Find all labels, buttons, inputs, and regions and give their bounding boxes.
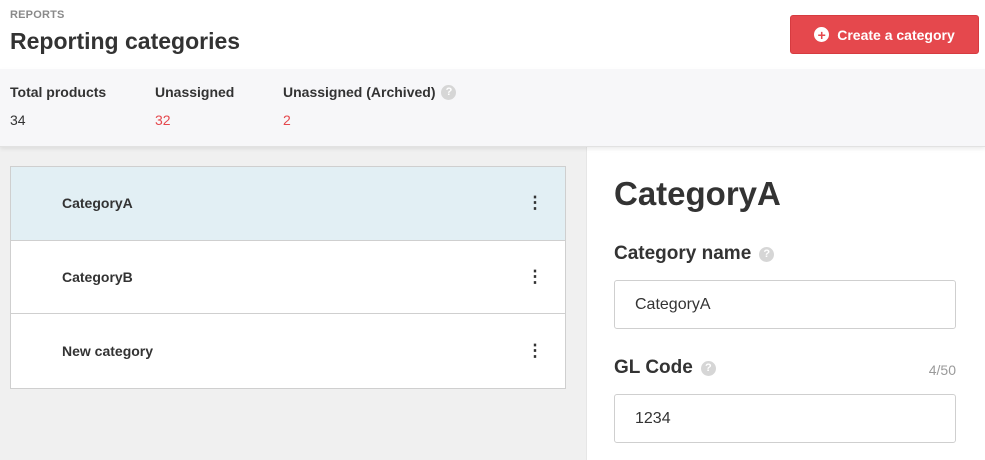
help-circle-icon[interactable]: ? — [759, 246, 775, 262]
help-circle-icon[interactable]: ? — [441, 84, 457, 100]
page-title: Reporting categories — [10, 28, 241, 54]
category-name: CategoryA — [62, 195, 133, 212]
category-name-label-row: Category name ? — [614, 243, 775, 265]
breadcrumb: REPORTS — [10, 9, 65, 21]
kebab-menu-icon[interactable]: ⋮ — [527, 193, 544, 213]
stat-value: 32 — [155, 112, 171, 128]
stat-value: 34 — [10, 112, 26, 128]
help-circle-icon[interactable]: ? — [700, 360, 716, 376]
category-row-new-category[interactable]: New category ⋮ — [11, 314, 565, 388]
page-header: REPORTS Reporting categories + Create a … — [0, 0, 985, 69]
kebab-menu-icon[interactable]: ⋮ — [527, 341, 544, 361]
gl-code-label: GL Code — [614, 357, 693, 378]
kebab-menu-icon[interactable]: ⋮ — [527, 267, 544, 287]
stat-unassigned-archived: Unassigned (Archived) ? 2 — [283, 84, 457, 128]
stat-label: Total products — [10, 84, 107, 100]
stat-value: 2 — [283, 112, 291, 128]
stat-label-row: Unassigned (Archived) ? — [283, 84, 457, 100]
category-list: CategoryA ⋮ CategoryB ⋮ New category ⋮ — [10, 166, 566, 389]
gl-code-label-row: GL Code ? — [614, 357, 716, 379]
stat-label: Unassigned — [155, 84, 235, 100]
stat-label: Unassigned (Archived) — [283, 84, 436, 100]
stats-bar: Total products 34 Unassigned 32 Unassign… — [0, 69, 985, 147]
category-detail-pane: CategoryA Category name ? GL Code ? 4/50 — [586, 147, 985, 460]
category-name-label: Category name — [614, 243, 752, 264]
category-list-pane: CategoryA ⋮ CategoryB ⋮ New category ⋮ — [0, 147, 586, 460]
gl-code-char-counter: 4/50 — [928, 362, 956, 378]
gl-code-input[interactable] — [614, 394, 956, 443]
stat-total-products: Total products 34 — [10, 84, 106, 128]
category-name: CategoryB — [62, 268, 133, 285]
stat-unassigned: Unassigned 32 — [155, 84, 234, 128]
create-category-label: Create a category — [837, 26, 955, 43]
detail-title: CategoryA — [614, 175, 781, 212]
category-name-input[interactable] — [614, 280, 956, 329]
plus-circle-icon: + — [814, 27, 830, 42]
create-category-button[interactable]: + Create a category — [790, 15, 979, 54]
category-name: New category — [62, 342, 154, 359]
category-row-categorya[interactable]: CategoryA ⋮ — [11, 167, 565, 241]
category-row-categoryb[interactable]: CategoryB ⋮ — [11, 241, 565, 314]
